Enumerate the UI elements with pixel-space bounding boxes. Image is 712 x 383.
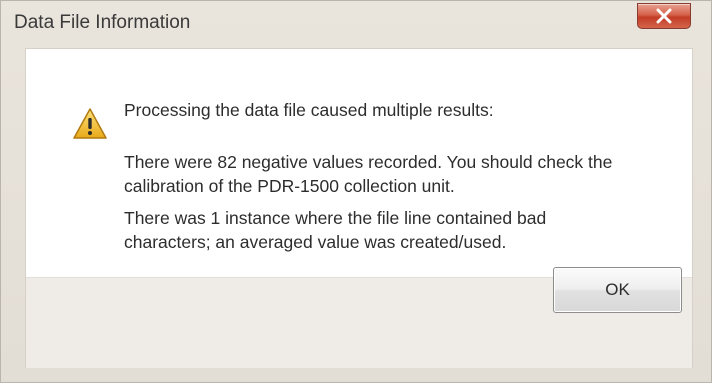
dialog-title: Data File Information (14, 12, 191, 33)
title-bar[interactable]: Data File Information (1, 1, 711, 46)
message-area: Processing the data file caused multiple… (26, 49, 692, 277)
dialog-window: Data File Information Processing the dat… (0, 0, 712, 383)
message-line: There were 82 negative values recorded. … (124, 152, 613, 172)
close-icon (656, 8, 672, 24)
message-heading: Processing the data file caused multiple… (124, 100, 494, 120)
message-line: There was 1 instance where the file line… (124, 208, 547, 228)
warning-icon (73, 108, 107, 139)
message-line: calibration of the PDR-1500 collection u… (124, 176, 455, 196)
message-line: characters; an averaged value was create… (124, 232, 507, 252)
close-button[interactable] (637, 3, 691, 29)
dialog-client-area: Processing the data file caused multiple… (25, 48, 693, 368)
ok-button[interactable]: OK (553, 267, 682, 313)
